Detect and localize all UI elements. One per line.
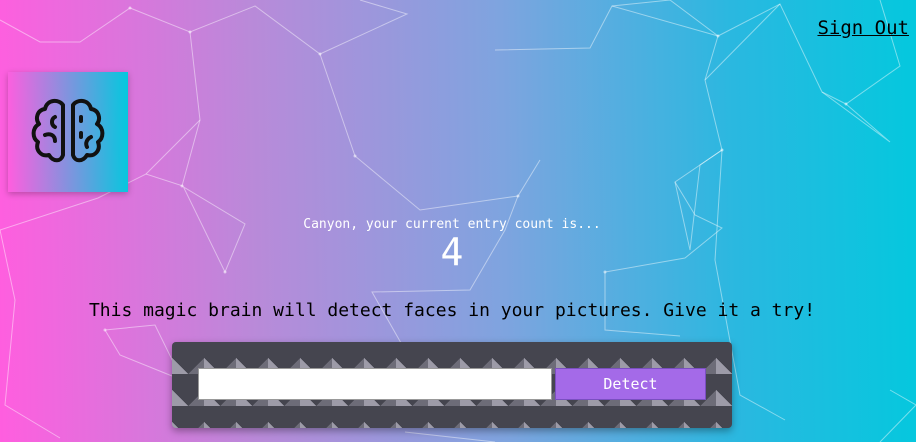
entry-count-value: 4 <box>440 230 464 274</box>
app-logo[interactable] <box>8 72 128 192</box>
sign-out-link[interactable]: Sign Out <box>817 17 909 39</box>
image-url-input[interactable] <box>198 368 552 400</box>
tagline: This magic brain will detect faces in yo… <box>88 300 816 321</box>
image-link-form: Detect <box>172 342 732 428</box>
detect-button[interactable]: Detect <box>555 368 706 400</box>
brain-icon <box>31 98 105 163</box>
